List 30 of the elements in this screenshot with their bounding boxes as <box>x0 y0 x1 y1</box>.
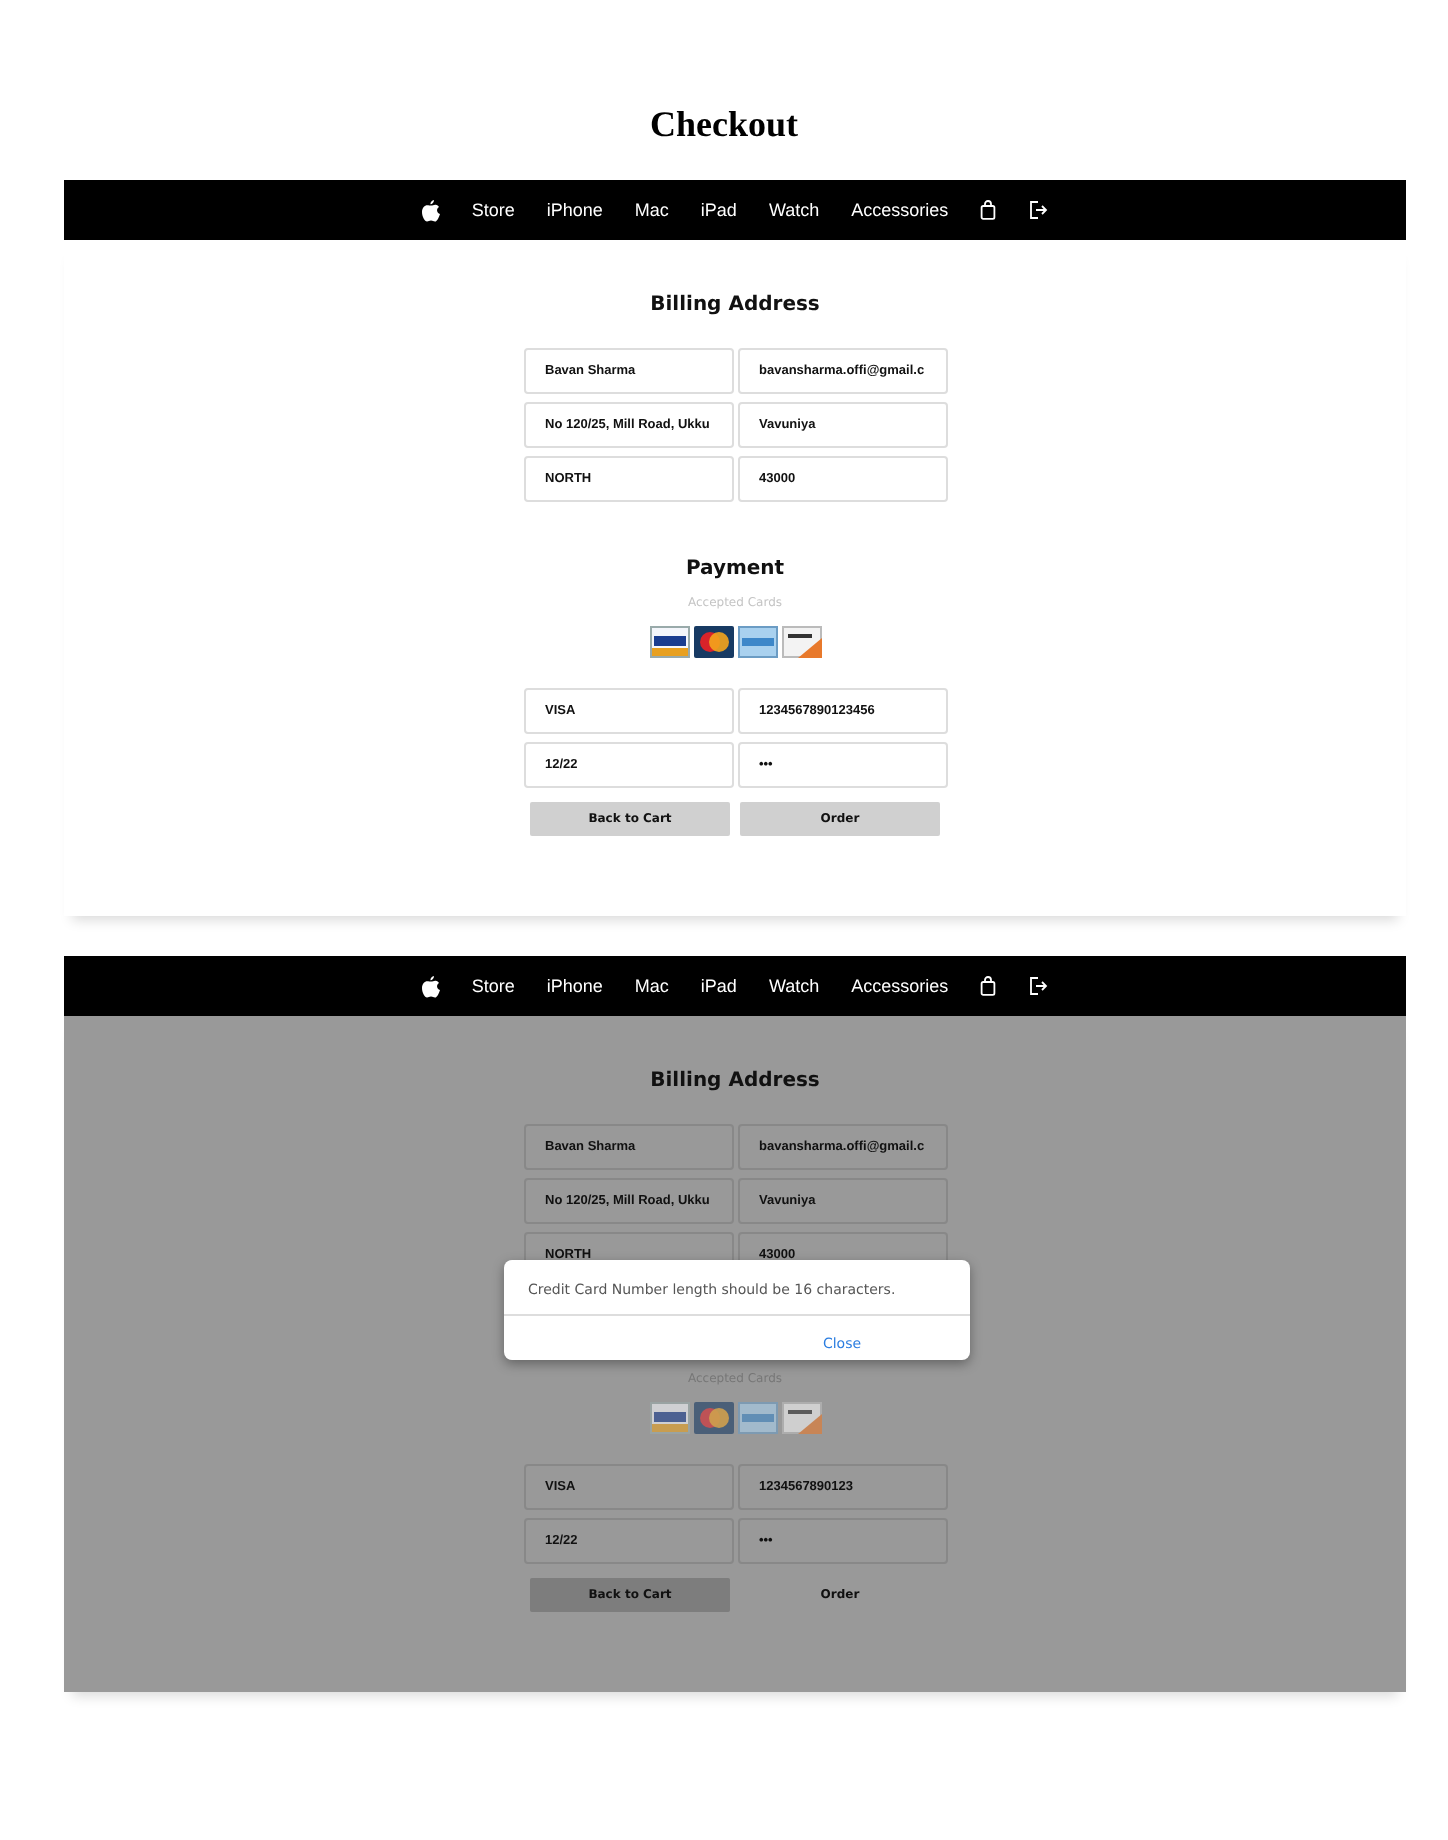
page-title: Checkout <box>649 102 798 146</box>
shopping-bag-icon[interactable] <box>980 200 997 220</box>
nav-link[interactable]: Watch <box>768 200 820 220</box>
striped-card-icon <box>649 626 689 658</box>
circles-card-icon <box>693 626 733 658</box>
corner-card-icon <box>781 626 821 658</box>
circles-card-icon <box>693 1402 733 1434</box>
nav-link[interactable]: Mac <box>634 200 669 220</box>
nav-link[interactable]: Store <box>471 200 515 220</box>
nav-link[interactable]: iPad <box>700 200 737 220</box>
section-heading: Payment <box>685 556 785 584</box>
section-heading: Billing Address <box>650 292 820 320</box>
nav-link[interactable]: Store <box>471 976 515 996</box>
nav-link[interactable]: iPhone <box>546 976 603 996</box>
nav-link[interactable]: Accessories <box>851 976 949 996</box>
nav-link[interactable]: Watch <box>768 976 820 996</box>
nav-link[interactable]: Accessories <box>851 200 949 220</box>
striped-card-icon <box>737 626 777 658</box>
logout-icon[interactable] <box>1028 976 1049 996</box>
nav-link[interactable]: Mac <box>634 976 669 996</box>
nav-link[interactable]: iPhone <box>546 200 603 220</box>
striped-card-icon <box>649 1402 689 1434</box>
corner-card-icon <box>781 1402 821 1434</box>
logout-icon[interactable] <box>1028 200 1049 220</box>
nav-link[interactable]: iPad <box>700 976 737 996</box>
shopping-bag-icon[interactable] <box>980 976 997 996</box>
apple-logo-icon[interactable] <box>421 199 440 221</box>
section-heading: Billing Address <box>650 1068 820 1096</box>
apple-logo-icon[interactable] <box>421 975 440 997</box>
striped-card-icon <box>737 1402 777 1434</box>
